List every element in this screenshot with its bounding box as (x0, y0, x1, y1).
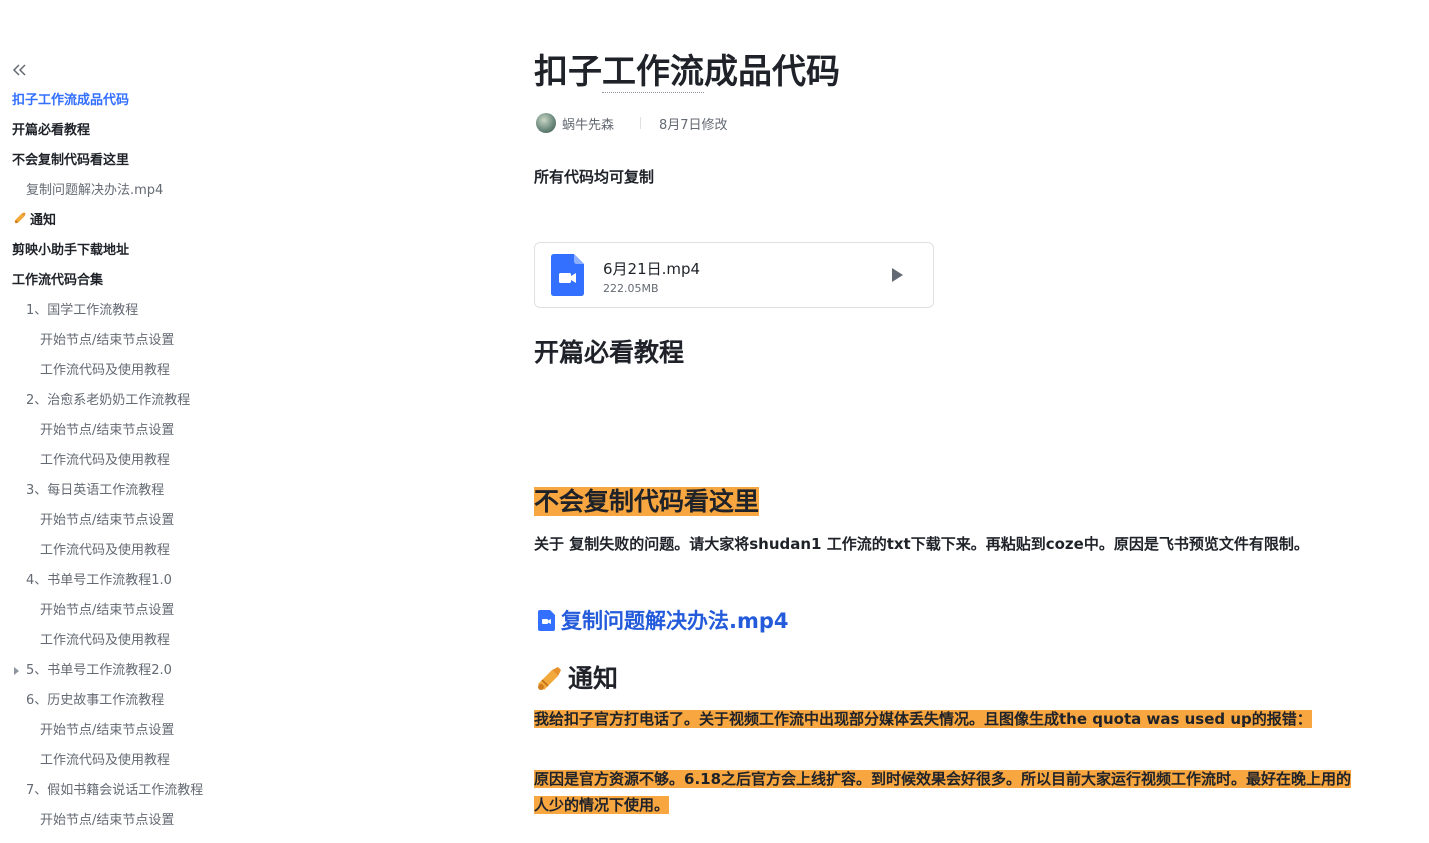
avatar[interactable] (536, 113, 556, 133)
notice-paragraph-1: 我给扣子官方打电话了。关于视频工作流中出现部分媒体丢失情况。且图像生成the q… (534, 710, 1312, 728)
meta-divider (640, 117, 642, 129)
toc-item-label: 剪映小助手下载地址 (12, 243, 130, 258)
toc-item-label: 工作流代码及使用教程 (40, 753, 171, 768)
author-name[interactable]: 蜗牛先森 (562, 114, 614, 133)
toc-item[interactable]: 1、国学工作流教程 (0, 296, 260, 326)
toc-item[interactable]: 6、历史故事工作流教程 (0, 686, 260, 716)
toc-item-label: 开始节点/结束节点设置 (40, 513, 175, 528)
toc-item[interactable]: 5、书单号工作流教程2.0 (0, 656, 260, 686)
toc-item[interactable]: 工作流代码及使用教程 (0, 446, 260, 476)
notice-paragraph-2: 原因是官方资源不够。6.18之后官方会上线扩容。到时候效果会好很多。所以目前大家… (534, 770, 1352, 814)
heading-copy-help: 不会复制代码看这里 (534, 487, 760, 516)
toc-sidebar: 扣子工作流成品代码 开篇必看教程不会复制代码看这里复制问题解决办法.mp4 通知剪映… (0, 0, 260, 843)
expand-caret-icon[interactable] (14, 667, 19, 675)
heading-notice: 通知 (534, 662, 618, 696)
toc-item-label: 开始节点/结束节点设置 (40, 333, 175, 348)
copy-solution-video-link[interactable]: 复制问题解决办法.mp4 (538, 604, 789, 636)
link-label[interactable]: 复制问题解决办法.mp4 (561, 605, 789, 635)
intro-text: 所有代码均可复制 (534, 168, 655, 186)
page-title: 扣子工作流成品代码 (534, 52, 840, 93)
toc-item[interactable]: 开始节点/结束节点设置 (0, 596, 260, 626)
toc-item[interactable]: 开始节点/结束节点设置 (0, 506, 260, 536)
toc-item-label: 开始节点/结束节点设置 (40, 723, 175, 738)
toc-item-label: 5、书单号工作流教程2.0 (26, 663, 172, 678)
toc-item[interactable]: 7、假如书籍会说话工作流教程 (0, 776, 260, 806)
toc-item-label: 通知 (30, 213, 57, 228)
video-attachment-card[interactable]: 6月21日.mp4 222.05MB (534, 242, 934, 308)
toc-item-label: 工作流代码及使用教程 (40, 453, 171, 468)
toc-item[interactable]: 开始节点/结束节点设置 (0, 326, 260, 356)
toc-item[interactable]: 开始节点/结束节点设置 (0, 416, 260, 446)
collapse-sidebar-icon[interactable] (10, 60, 30, 80)
toc-item-label: 2、治愈系老奶奶工作流教程 (26, 393, 191, 408)
toc-item-label: 扣子工作流成品代码 (12, 93, 130, 108)
toc-item-label: 1、国学工作流教程 (26, 303, 139, 318)
toc-item-label: 不会复制代码看这里 (12, 153, 130, 168)
toc-item-label: 工作流代码合集 (12, 273, 104, 288)
toc-item[interactable]: 工作流代码及使用教程 (0, 626, 260, 656)
toc-item[interactable]: 4、书单号工作流教程1.0 (0, 566, 260, 596)
toc-item-label: 开始节点/结束节点设置 (40, 423, 175, 438)
toc-item-label: 开始节点/结束节点设置 (40, 603, 175, 618)
modified-time: 8月7日修改 (659, 117, 728, 133)
toc-item-label: 开篇必看教程 (12, 123, 91, 138)
heading-tutorial: 开篇必看教程 (534, 338, 685, 367)
trumpet-icon (12, 206, 28, 236)
toc-item[interactable]: 工作流代码合集 (0, 266, 260, 296)
trumpet-icon (538, 667, 561, 690)
toc-item-label: 复制问题解决办法.mp4 (26, 183, 164, 198)
toc-item-label: 3、每日英语工作流教程 (26, 483, 165, 498)
toc-item[interactable]: 扣子工作流成品代码 (0, 86, 260, 116)
toc-item[interactable]: 通知 (0, 206, 260, 236)
toc-item-label: 工作流代码及使用教程 (40, 543, 171, 558)
toc-item[interactable]: 开始节点/结束节点设置 (0, 806, 260, 836)
toc-item[interactable]: 工作流代码及使用教程 (0, 536, 260, 566)
video-file-icon (551, 254, 584, 296)
doc-meta: 蜗牛先森 8月7日修改 (536, 112, 728, 134)
toc-item[interactable]: 开始节点/结束节点设置 (0, 716, 260, 746)
toc-item[interactable]: 2、治愈系老奶奶工作流教程 (0, 386, 260, 416)
toc-item-label: 4、书单号工作流教程1.0 (26, 573, 172, 588)
toc-item[interactable]: 不会复制代码看这里 (0, 146, 260, 176)
toc-item[interactable]: 剪映小助手下载地址 (0, 236, 260, 266)
toc-item[interactable]: 开篇必看教程 (0, 116, 260, 146)
toc-item[interactable]: 复制问题解决办法.mp4 (0, 176, 260, 206)
file-name: 6月21日.mp4 (603, 260, 701, 278)
toc-item-label: 7、假如书籍会说话工作流教程 (26, 783, 204, 798)
toc-item-label: 6、历史故事工作流教程 (26, 693, 165, 708)
toc-item-label: 工作流代码及使用教程 (40, 363, 171, 378)
video-file-icon (538, 609, 555, 631)
file-size: 222.05MB (603, 282, 659, 295)
copy-help-paragraph: 关于 复制失败的问题。请大家将shudan1 工作流的txt下载下来。再粘贴到c… (534, 535, 1309, 553)
toc-item-label: 开始节点/结束节点设置 (40, 813, 175, 828)
toc-item[interactable]: 3、每日英语工作流教程 (0, 476, 260, 506)
toc-item[interactable]: 工作流代码及使用教程 (0, 356, 260, 386)
toc-item-label: 工作流代码及使用教程 (40, 633, 171, 648)
play-icon[interactable] (887, 265, 907, 285)
toc-item[interactable]: 工作流代码及使用教程 (0, 746, 260, 776)
toc-list: 扣子工作流成品代码 开篇必看教程不会复制代码看这里复制问题解决办法.mp4 通知剪映… (0, 86, 260, 836)
